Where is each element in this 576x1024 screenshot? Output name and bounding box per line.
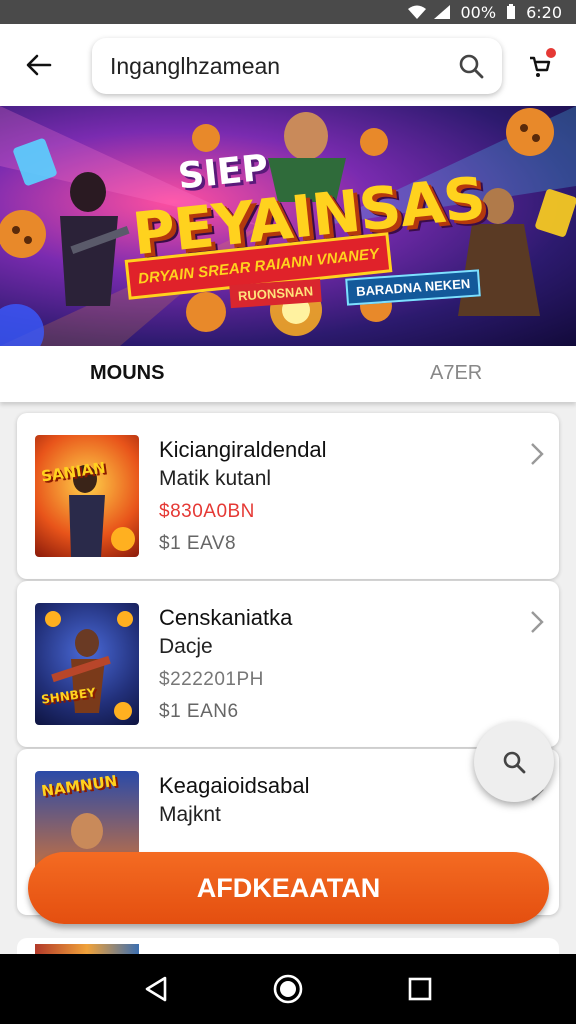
thumbnail-art <box>69 465 135 557</box>
system-nav-bar <box>0 954 576 1024</box>
item-thumbnail: SHNBEY <box>35 603 139 725</box>
status-bar: 00% 6:20 <box>0 0 576 24</box>
search-query: Inganglhzamean <box>110 52 281 79</box>
search-input[interactable]: Inganglhzamean <box>92 38 502 94</box>
item-price: $830A0BN <box>159 501 255 522</box>
back-arrow-icon <box>26 54 52 76</box>
battery-icon <box>507 4 516 19</box>
item-meta: $1 EAV8 <box>159 533 237 554</box>
floating-search-button[interactable] <box>474 722 554 802</box>
list-item[interactable]: SANIAN Kiciangiraldendal Matik kutanl $8… <box>17 413 559 579</box>
item-meta: $1 EAN6 <box>159 701 239 722</box>
search-icon <box>503 751 526 774</box>
item-subtitle: Majknt <box>159 803 221 826</box>
tab-bar: MOUNS A7ER <box>0 346 576 402</box>
battery-text: 00% <box>460 2 497 22</box>
thumbnail-art <box>45 611 133 720</box>
item-price: $222201PH <box>159 669 264 690</box>
search-icon[interactable] <box>456 51 486 81</box>
item-title: Keagaioidsabal <box>159 773 310 798</box>
top-bar: Inganglhzamean <box>0 24 576 106</box>
nav-recents-icon <box>408 977 432 1001</box>
chevron-right-icon <box>531 443 544 465</box>
item-title: Kiciangiraldendal <box>159 437 327 462</box>
cart-badge <box>546 48 556 58</box>
back-button[interactable] <box>20 46 58 84</box>
item-title: Censkaniatka <box>159 605 293 630</box>
wifi-icon <box>407 5 426 19</box>
promo-banner[interactable]: SIEP PEYAINSAS DRYAIN SREAR RAIANN VNANE… <box>0 106 576 346</box>
item-thumbnail: SANIAN <box>35 435 139 557</box>
status-icons <box>407 4 451 20</box>
tab-first[interactable]: MOUNS <box>90 362 164 385</box>
nav-back-icon <box>145 976 167 1002</box>
list-item[interactable]: SHNBEY Censkaniatka Dacje $222201PH $1 E… <box>17 581 559 747</box>
nav-back-button[interactable] <box>136 969 176 1009</box>
cart-button[interactable] <box>522 48 558 84</box>
nav-recents-button[interactable] <box>400 969 440 1009</box>
chevron-right-icon <box>531 611 544 633</box>
tab-second[interactable]: A7ER <box>430 362 482 385</box>
primary-action-button[interactable]: AFDKEAATAN <box>28 852 549 924</box>
signal-icon <box>433 5 450 19</box>
nav-home-icon <box>273 974 303 1004</box>
clock: 6:20 <box>526 2 562 22</box>
item-subtitle: Matik kutanl <box>159 467 272 490</box>
nav-home-button[interactable] <box>268 969 308 1009</box>
item-subtitle: Dacje <box>159 635 213 658</box>
